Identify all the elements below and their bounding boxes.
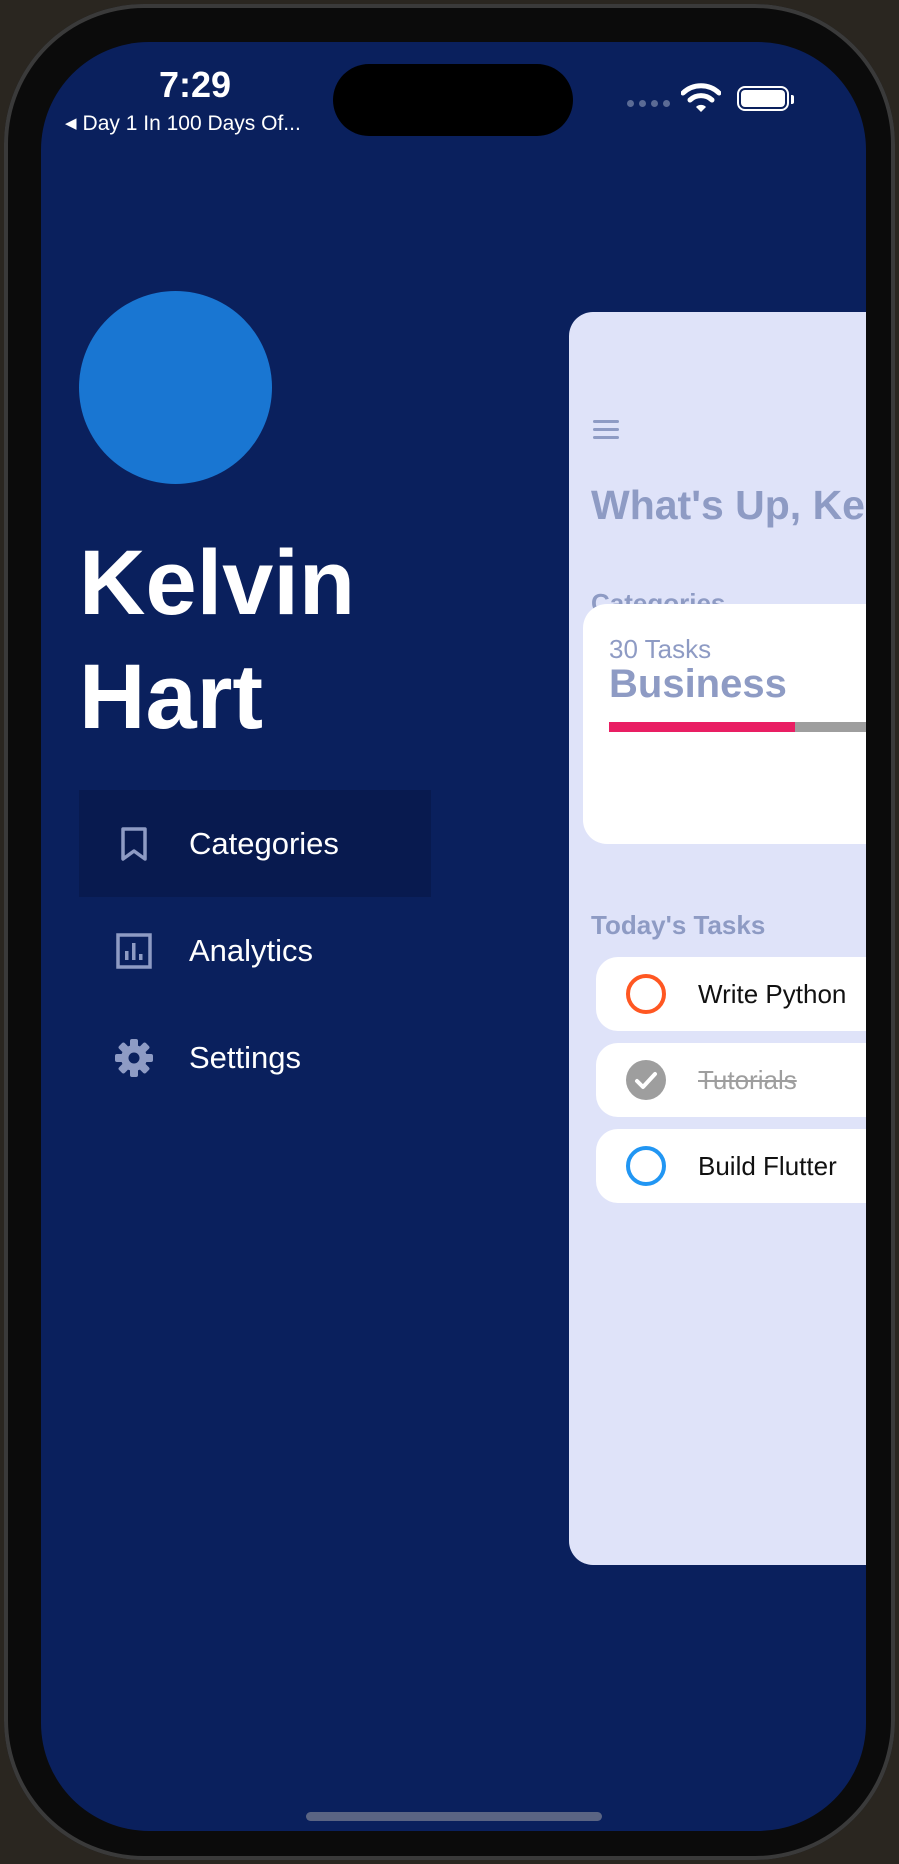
- task-label: Write Python: [698, 978, 847, 1009]
- drawer-item-analytics[interactable]: Analytics: [79, 897, 431, 1004]
- analytics-icon: [109, 926, 159, 976]
- task-label: Build Flutter: [698, 1150, 837, 1181]
- drawer-item-label: Categories: [189, 825, 339, 861]
- back-to-app-link[interactable]: ◀ Day 1 In 100 Days Of...: [65, 112, 301, 136]
- drawer-item-settings[interactable]: Settings: [79, 1004, 431, 1111]
- greeting-title: What's Up, Ke: [591, 482, 865, 528]
- category-progress-bar: [609, 722, 866, 732]
- todays-tasks-heading: Today's Tasks: [591, 910, 766, 940]
- dynamic-island: [333, 64, 573, 136]
- task-label: Tutorials: [698, 1064, 797, 1095]
- gear-icon: [109, 1033, 159, 1083]
- main-content-panel[interactable]: What's Up, Ke Categories 30 Tasks Busine…: [569, 312, 866, 1565]
- category-task-count: 30 Tasks: [609, 634, 712, 664]
- category-card-business[interactable]: 30 Tasks Business: [583, 604, 866, 844]
- task-item[interactable]: Write Python: [596, 957, 866, 1031]
- profile-first-name: Kelvin: [79, 532, 356, 634]
- avatar[interactable]: [79, 291, 272, 484]
- battery-icon: [737, 86, 794, 111]
- category-progress-fill: [609, 722, 795, 732]
- home-indicator[interactable]: [306, 1812, 602, 1821]
- unchecked-circle-icon[interactable]: [626, 974, 666, 1014]
- drawer-item-label: Settings: [189, 1039, 302, 1075]
- category-name: Business: [609, 662, 787, 706]
- profile-last-name: Hart: [79, 646, 264, 748]
- task-item[interactable]: Build Flutter: [596, 1129, 866, 1203]
- drawer-item-categories[interactable]: Categories: [79, 790, 431, 897]
- menu-icon[interactable]: [593, 420, 619, 440]
- profile-name: Kelvin Hart: [79, 526, 499, 754]
- back-arrow-icon: ◀: [65, 115, 77, 132]
- task-item[interactable]: Tutorials: [596, 1043, 866, 1117]
- checked-circle-icon[interactable]: [626, 1060, 666, 1100]
- device-frame: 7:29 ◀ Day 1 In 100 Days Of... Kelvin Har…: [4, 4, 895, 1860]
- drawer-item-label: Analytics: [189, 932, 314, 968]
- status-time: 7:29: [159, 64, 232, 105]
- wifi-icon: [681, 83, 721, 112]
- screen: 7:29 ◀ Day 1 In 100 Days Of... Kelvin Har…: [41, 42, 866, 1831]
- drawer-menu: Categories Analytics Settings: [79, 790, 431, 1111]
- unchecked-circle-icon[interactable]: [626, 1146, 666, 1186]
- bookmark-icon: [109, 819, 159, 869]
- back-to-app-label: Day 1 In 100 Days Of...: [82, 112, 301, 135]
- cellular-signal-icon: [627, 100, 670, 107]
